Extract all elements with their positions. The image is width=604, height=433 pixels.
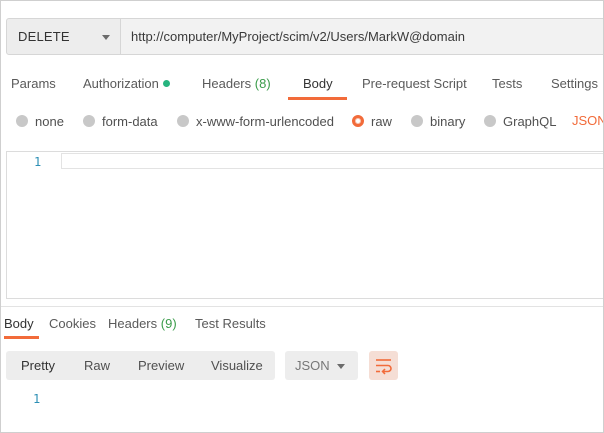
radio-circle-icon (177, 115, 189, 127)
view-pretty-button[interactable]: Pretty (21, 351, 55, 380)
response-format-select[interactable]: JSON (285, 351, 358, 380)
tab-body-label: Body (303, 76, 333, 91)
editor-active-line[interactable] (61, 153, 603, 169)
http-method-select[interactable]: DELETE (6, 18, 121, 55)
response-line-number: 1 (33, 392, 41, 406)
response-tab-cookies[interactable]: Cookies (49, 316, 96, 334)
tab-settings[interactable]: Settings (551, 75, 598, 95)
radio-urlencoded[interactable]: x-www-form-urlencoded (177, 112, 334, 130)
tab-tests[interactable]: Tests (492, 75, 522, 95)
radio-form-data-label: form-data (102, 113, 158, 129)
http-method-label: DELETE (18, 29, 70, 44)
view-visualize-button[interactable]: Visualize (211, 351, 263, 380)
headers-count-badge: (8) (254, 76, 271, 91)
tab-pre-request-script-label: Pre-request Script (362, 76, 467, 91)
response-tab-headers[interactable]: Headers (9) (108, 316, 177, 334)
radio-none[interactable]: none (16, 112, 64, 130)
tab-authorization-label: Authorization (83, 76, 159, 91)
view-preview-button[interactable]: Preview (138, 351, 184, 380)
tab-pre-request-script[interactable]: Pre-request Script (362, 75, 467, 95)
status-dot-icon (162, 80, 170, 87)
panel-divider (1, 306, 603, 307)
response-tab-headers-label: Headers (108, 316, 158, 331)
radio-raw[interactable]: raw (352, 112, 392, 130)
tab-headers[interactable]: Headers (8) (202, 75, 271, 95)
radio-urlencoded-label: x-www-form-urlencoded (196, 113, 334, 129)
wrap-lines-icon (376, 359, 392, 375)
radio-none-label: none (35, 113, 64, 129)
chevron-down-icon (337, 364, 345, 369)
postman-request-panel: DELETE http://computer/MyProject/scim/v2… (0, 0, 604, 433)
response-view-mode-group: Pretty Raw Preview Visualize (6, 351, 275, 380)
request-url-input[interactable]: http://computer/MyProject/scim/v2/Users/… (121, 18, 603, 55)
active-tab-indicator (288, 97, 347, 100)
request-url-text: http://computer/MyProject/scim/v2/Users/… (131, 29, 465, 44)
response-tab-body-label: Body (4, 316, 34, 331)
view-raw-button[interactable]: Raw (84, 351, 110, 380)
wrap-lines-button[interactable] (369, 351, 398, 380)
response-active-tab-indicator (4, 336, 39, 339)
response-tab-test-results-label: Test Results (195, 316, 266, 331)
tab-tests-label: Tests (492, 76, 523, 91)
response-tab-body[interactable]: Body (4, 316, 34, 334)
response-format-label: JSON (295, 358, 330, 373)
tab-body[interactable]: Body (303, 75, 333, 95)
radio-circle-icon (484, 115, 496, 127)
response-headers-count-badge: (9) (160, 316, 177, 331)
request-body-editor[interactable]: 1 (6, 151, 603, 299)
radio-circle-icon (83, 115, 95, 127)
radio-form-data[interactable]: form-data (83, 112, 158, 130)
radio-graphql-label: GraphQL (503, 113, 557, 129)
chevron-down-icon (102, 35, 110, 40)
radio-graphql[interactable]: GraphQL (484, 112, 556, 130)
radio-raw-label: raw (371, 113, 392, 129)
line-number: 1 (34, 155, 42, 169)
response-tab-cookies-label: Cookies (49, 316, 96, 331)
radio-binary-label: binary (430, 113, 466, 129)
response-tab-test-results[interactable]: Test Results (195, 316, 266, 334)
radio-selected-icon (352, 115, 364, 127)
raw-language-dropdown[interactable]: JSON (572, 112, 603, 130)
tab-settings-label: Settings (551, 76, 598, 91)
radio-circle-icon (16, 115, 28, 127)
tab-params-label: Params (11, 76, 56, 91)
radio-circle-icon (411, 115, 423, 127)
tab-params[interactable]: Params (11, 75, 56, 95)
radio-binary[interactable]: binary (411, 112, 465, 130)
tab-headers-label: Headers (202, 76, 252, 91)
tab-authorization[interactable]: Authorization (83, 75, 170, 95)
